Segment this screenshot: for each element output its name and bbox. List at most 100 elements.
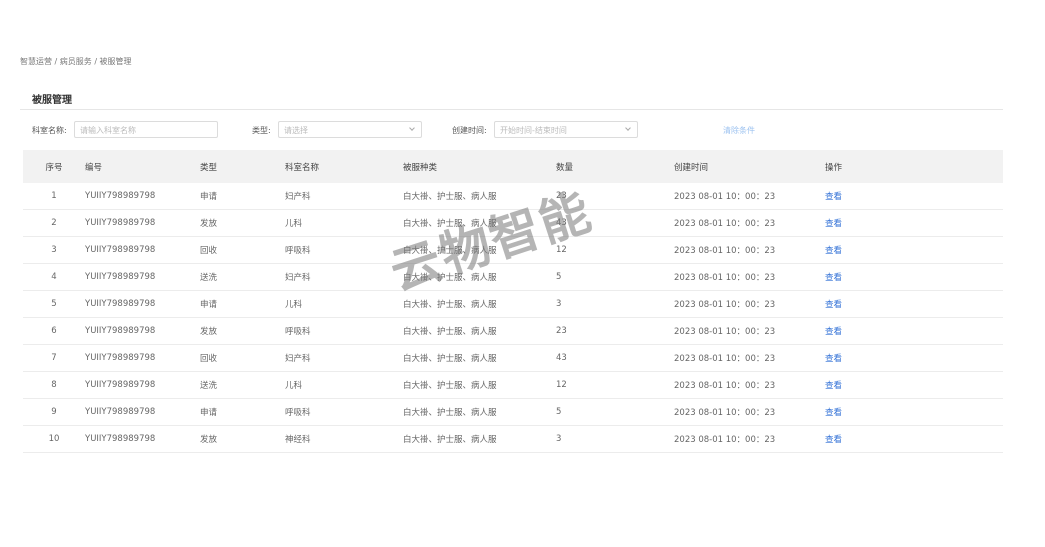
row-created-time: 2023 08-01 10：00：23 [674, 371, 825, 399]
row-index: 5 [23, 290, 85, 318]
row-created-time: 2023 08-01 10：00：23 [674, 263, 825, 291]
row-code: YUIIY798989798 [85, 183, 200, 210]
view-link[interactable]: 查看 [825, 408, 842, 418]
row-dept: 神经科 [285, 425, 403, 453]
col-header-index: 序号 [23, 150, 85, 183]
view-link[interactable]: 查看 [825, 246, 842, 256]
page-title: 被服管理 [32, 95, 72, 106]
chevron-down-icon [625, 125, 631, 131]
row-quantity: 43 [556, 209, 674, 237]
row-created-time: 2023 08-01 10：00：23 [674, 344, 825, 372]
view-link[interactable]: 查看 [825, 327, 842, 337]
row-linen-kind: 白大褂、护士服、病人服 [403, 317, 556, 345]
row-linen-kind: 白大褂、护士服、病人服 [403, 209, 556, 237]
row-type: 发放 [200, 317, 285, 345]
row-type: 回收 [200, 236, 285, 264]
table-row: 4 YUIIY798989798 送洗 妇产科 白大褂、护士服、病人服 5 2023 08-… [23, 263, 1003, 291]
view-link[interactable]: 查看 [825, 219, 842, 229]
table-row: 2 YUIIY798989798 发放 儿科 白大褂、护士服、病人服 43 2023 08-… [23, 209, 1003, 237]
date-range-placeholder: 开始时间-结束时间 [500, 126, 567, 135]
row-type: 送洗 [200, 371, 285, 399]
table-header-row: 序号 编号 类型 科室名称 被服种类 数量 创建时间 操作 [23, 150, 1003, 183]
row-created-time: 2023 08-01 10：00：23 [674, 209, 825, 237]
row-index: 4 [23, 263, 85, 291]
row-actions: 查看 [825, 371, 1003, 399]
row-actions: 查看 [825, 236, 1003, 264]
row-linen-kind: 白大褂、护士服、病人服 [403, 425, 556, 453]
table-row: 5 YUIIY798989798 申请 儿科 白大褂、护士服、病人服 3 2023 08-0… [23, 290, 1003, 318]
table-row: 8 YUIIY798989798 送洗 儿科 白大褂、护士服、病人服 12 2023 08-… [23, 371, 1003, 399]
view-link[interactable]: 查看 [825, 354, 842, 364]
view-link[interactable]: 查看 [825, 192, 842, 202]
type-select[interactable]: 请选择 [278, 121, 422, 138]
row-type: 申请 [200, 183, 285, 210]
col-header-dept: 科室名称 [285, 150, 403, 183]
row-actions: 查看 [825, 183, 1003, 210]
row-created-time: 2023 08-01 10：00：23 [674, 425, 825, 453]
row-quantity: 12 [556, 371, 674, 399]
view-link[interactable]: 查看 [825, 381, 842, 391]
row-linen-kind: 白大褂、护士服、病人服 [403, 290, 556, 318]
row-dept: 儿科 [285, 371, 403, 399]
table-row: 9 YUIIY798989798 申请 呼吸科 白大褂、护士服、病人服 5 2023 08-… [23, 398, 1003, 426]
row-type: 回收 [200, 344, 285, 372]
table-row: 1 YUIIY798989798 申请 妇产科 白大褂、护士服、病人服 23 2023 08… [23, 183, 1003, 210]
row-created-time: 2023 08-01 10：00：23 [674, 183, 825, 210]
row-code: YUIIY798989798 [85, 263, 200, 291]
row-linen-kind: 白大褂、护士服、病人服 [403, 183, 556, 210]
row-type: 发放 [200, 425, 285, 453]
col-header-code: 编号 [85, 150, 200, 183]
row-type: 发放 [200, 209, 285, 237]
row-linen-kind: 白大褂、护士服、病人服 [403, 398, 556, 426]
row-quantity: 12 [556, 236, 674, 264]
type-filter-label: 类型: [252, 126, 271, 135]
date-range-picker[interactable]: 开始时间-结束时间 [494, 121, 638, 138]
row-actions: 查看 [825, 263, 1003, 291]
row-code: YUIIY798989798 [85, 398, 200, 426]
clear-filters-button[interactable]: 清除条件 [723, 125, 755, 136]
row-index: 3 [23, 236, 85, 264]
row-index: 6 [23, 317, 85, 345]
view-link[interactable]: 查看 [825, 435, 842, 445]
table-row: 6 YUIIY798989798 发放 呼吸科 白大褂、护士服、病人服 23 2023 08… [23, 317, 1003, 345]
dept-name-placeholder: 请输入科室名称 [80, 126, 136, 135]
row-code: YUIIY798989798 [85, 344, 200, 372]
row-quantity: 3 [556, 425, 674, 453]
row-code: YUIIY798989798 [85, 371, 200, 399]
time-filter-label: 创建时间: [452, 126, 487, 135]
row-type: 申请 [200, 290, 285, 318]
row-created-time: 2023 08-01 10：00：23 [674, 236, 825, 264]
row-quantity: 3 [556, 290, 674, 318]
row-created-time: 2023 08-01 10：00：23 [674, 398, 825, 426]
table-row: 10 YUIIY798989798 发放 神经科 白大褂、护士服、病人服 3 2023 08… [23, 425, 1003, 453]
row-created-time: 2023 08-01 10：00：23 [674, 290, 825, 318]
dept-name-input[interactable]: 请输入科室名称 [74, 121, 218, 138]
row-dept: 妇产科 [285, 263, 403, 291]
row-dept: 儿科 [285, 209, 403, 237]
row-type: 送洗 [200, 263, 285, 291]
row-index: 1 [23, 183, 85, 210]
col-header-actions: 操作 [825, 150, 1003, 183]
row-dept: 呼吸科 [285, 317, 403, 345]
col-header-linen-kind: 被服种类 [403, 150, 556, 183]
row-code: YUIIY798989798 [85, 425, 200, 453]
row-quantity: 23 [556, 317, 674, 345]
row-quantity: 43 [556, 344, 674, 372]
table-row: 7 YUIIY798989798 回收 妇产科 白大褂、护士服、病人服 43 2023 08… [23, 344, 1003, 372]
view-link[interactable]: 查看 [825, 300, 842, 310]
title-divider [20, 109, 1003, 110]
row-type: 申请 [200, 398, 285, 426]
row-linen-kind: 白大褂、护士服、病人服 [403, 344, 556, 372]
row-index: 2 [23, 209, 85, 237]
row-linen-kind: 白大褂、护士服、病人服 [403, 371, 556, 399]
row-actions: 查看 [825, 425, 1003, 453]
dept-filter-label: 科室名称: [32, 126, 67, 135]
col-header-created-time: 创建时间 [674, 150, 825, 183]
row-actions: 查看 [825, 290, 1003, 318]
row-dept: 呼吸科 [285, 398, 403, 426]
view-link[interactable]: 查看 [825, 273, 842, 283]
chevron-down-icon [409, 125, 415, 131]
row-created-time: 2023 08-01 10：00：23 [674, 317, 825, 345]
row-quantity: 5 [556, 398, 674, 426]
col-header-type: 类型 [200, 150, 285, 183]
